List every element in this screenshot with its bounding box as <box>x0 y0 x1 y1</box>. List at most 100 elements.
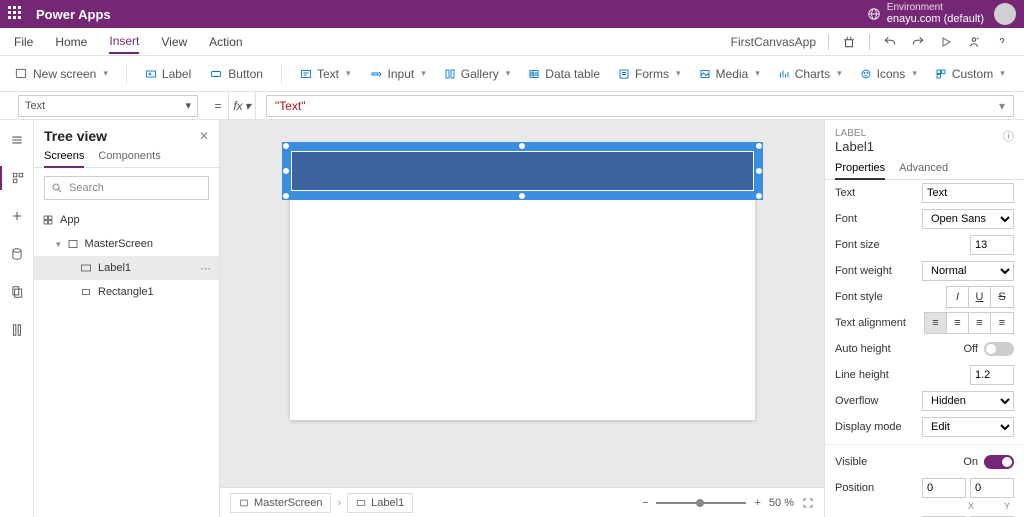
ribbon-charts[interactable]: Charts▾ <box>778 67 842 81</box>
tab-screens[interactable]: Screens <box>44 146 84 168</box>
position-x-input[interactable] <box>922 478 966 498</box>
tab-properties[interactable]: Properties <box>835 158 885 180</box>
canvas-screen[interactable] <box>290 150 755 420</box>
prop-fontsize-label: Font size <box>835 239 880 251</box>
ribbon-icons[interactable]: Icons▾ <box>860 67 917 81</box>
prop-align-label: Text alignment <box>835 317 906 329</box>
ribbon-text[interactable]: Text▾ <box>300 67 351 81</box>
play-icon[interactable] <box>938 34 954 50</box>
tab-components[interactable]: Components <box>98 146 160 167</box>
env-label: Environment <box>887 2 984 13</box>
new-screen-icon <box>14 67 28 81</box>
environment-picker[interactable]: Environmentenayu.com (default) <box>867 2 984 25</box>
custom-icon <box>935 68 947 80</box>
menu-home[interactable]: Home <box>55 35 87 49</box>
ribbon-input[interactable]: Input▾ <box>369 67 426 81</box>
prop-overflow-select[interactable]: Hidden <box>922 391 1014 411</box>
env-name: enayu.com (default) <box>887 13 984 25</box>
share-icon[interactable] <box>966 34 982 50</box>
tree-rect-node[interactable]: Rectangle1 <box>34 280 219 304</box>
tree-label-node[interactable]: Label1⋯ <box>34 256 219 280</box>
ribbon-label[interactable]: Label <box>145 67 191 81</box>
environment-icon <box>867 7 881 21</box>
rail-hamburger[interactable] <box>0 128 33 152</box>
left-rail <box>0 120 34 517</box>
charts-icon <box>778 68 790 80</box>
app-launcher-icon[interactable] <box>8 6 24 22</box>
rail-advanced[interactable] <box>0 318 33 342</box>
prop-displaymode-select[interactable]: Edit <box>922 417 1014 437</box>
zoom-slider[interactable] <box>656 502 746 504</box>
prop-lineheight-label: Line height <box>835 369 889 381</box>
info-icon[interactable]: ⓘ <box>1003 128 1014 154</box>
prop-font-label: Font <box>835 213 857 225</box>
tree-app-node[interactable]: App <box>34 208 219 232</box>
media-icon <box>699 68 711 80</box>
breadcrumb-control[interactable]: Label1 <box>347 493 413 513</box>
tab-advanced[interactable]: Advanced <box>899 158 948 179</box>
new-screen-button[interactable]: New screen▾ <box>14 67 108 81</box>
position-y-input[interactable] <box>970 478 1014 498</box>
prop-fontstyle-label: Font style <box>835 291 883 303</box>
control-type: LABEL <box>835 128 874 139</box>
redo-icon[interactable] <box>910 34 926 50</box>
prop-displaymode-label: Display mode <box>835 421 902 433</box>
fontstyle-buttons[interactable]: IUS <box>946 286 1014 308</box>
selected-control[interactable] <box>282 142 763 200</box>
status-bar: MasterScreen › Label1 − + 50 % <box>220 487 824 517</box>
more-icon[interactable]: ⋯ <box>200 262 211 275</box>
prop-fontweight-select[interactable]: Normal <box>922 261 1014 281</box>
prop-visible-label: Visible <box>835 456 867 468</box>
rail-tree-view[interactable] <box>0 166 33 190</box>
formula-input[interactable]: "Text"▾ <box>266 95 1014 117</box>
align-buttons[interactable]: ≡≡≡≡ <box>924 312 1014 334</box>
zoom-value: 50 % <box>769 497 794 509</box>
menu-action[interactable]: Action <box>209 35 242 49</box>
prop-text-input[interactable] <box>922 183 1014 203</box>
menu-insert[interactable]: Insert <box>109 34 139 54</box>
user-avatar[interactable] <box>994 3 1016 25</box>
tree-view-panel: Tree view ✕ Screens Components Search Ap… <box>34 120 220 517</box>
tree-screen-node[interactable]: ▾MasterScreen <box>34 232 219 256</box>
help-icon[interactable] <box>994 34 1010 50</box>
fit-icon[interactable] <box>802 497 814 509</box>
prop-lineheight-input[interactable] <box>970 365 1014 385</box>
undo-icon[interactable] <box>882 34 898 50</box>
menu-file[interactable]: File <box>14 35 33 49</box>
rail-media[interactable] <box>0 280 33 304</box>
visible-toggle[interactable] <box>984 455 1014 469</box>
rail-insert[interactable] <box>0 204 33 228</box>
menu-bar: File Home Insert View Action FirstCanvas… <box>0 28 1024 56</box>
zoom-out-button[interactable]: − <box>642 497 648 509</box>
tree-close-icon[interactable]: ✕ <box>199 129 209 143</box>
button-icon <box>209 68 223 80</box>
autoheight-toggle[interactable] <box>984 342 1014 356</box>
ribbon-button[interactable]: Button <box>209 67 263 81</box>
zoom-in-button[interactable]: + <box>754 497 760 509</box>
input-icon <box>369 68 383 80</box>
ribbon-custom[interactable]: Custom▾ <box>935 67 1005 81</box>
app-title-bar: Power Apps Environmentenayu.com (default… <box>0 0 1024 28</box>
canvas-area: MasterScreen › Label1 − + 50 % <box>220 120 824 517</box>
ribbon-media[interactable]: Media▾ <box>699 67 760 81</box>
ribbon-forms[interactable]: Forms▾ <box>618 67 681 81</box>
app-name[interactable]: FirstCanvasApp <box>731 35 816 49</box>
property-selector[interactable]: Text▾ <box>18 95 198 117</box>
prop-font-select[interactable]: Open Sans <box>922 209 1014 229</box>
tree-search-input[interactable]: Search <box>44 176 209 200</box>
ribbon-gallery[interactable]: Gallery▾ <box>444 67 511 81</box>
breadcrumb-screen[interactable]: MasterScreen <box>230 493 331 513</box>
rail-data[interactable] <box>0 242 33 266</box>
insert-ribbon: New screen▾ Label Button Text▾ Input▾ Ga… <box>0 56 1024 92</box>
label-icon <box>145 68 157 80</box>
tree-title: Tree view <box>44 128 107 144</box>
menu-view[interactable]: View <box>161 35 187 49</box>
prop-position-label: Position <box>835 482 874 494</box>
prop-autoheight-label: Auto height <box>835 343 891 355</box>
app-checker-icon[interactable] <box>841 34 857 50</box>
properties-panel: LABEL Label1 ⓘ Properties Advanced Text … <box>824 120 1024 517</box>
ribbon-datatable[interactable]: Data table <box>528 67 600 81</box>
prop-overflow-label: Overflow <box>835 395 878 407</box>
icons-icon <box>860 68 872 80</box>
prop-fontsize-input[interactable] <box>970 235 1014 255</box>
